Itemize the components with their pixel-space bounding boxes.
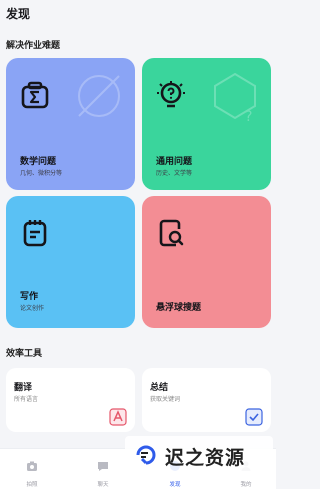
decor-graphic [78, 75, 120, 117]
tab-label: 我的 [240, 482, 252, 488]
sigma-camera-icon [21, 81, 49, 109]
tool-title: 总结 [150, 383, 169, 393]
card-subtitle: 几何、微积分等 [20, 170, 63, 177]
section-title-solve: 解决作业难题 [6, 41, 61, 51]
tool-subtitle: 所有语言 [14, 396, 39, 403]
card-writing[interactable]: 写作 论文创作 [6, 196, 135, 328]
tool-subtitle: 获取关键词 [150, 396, 181, 403]
card-math[interactable]: 数学问题 几何、微积分等 [6, 58, 135, 190]
watermark-text: 迟之资源 [165, 447, 246, 469]
tool-title: 翻译 [14, 383, 33, 393]
tab-chat[interactable]: 聊天 [83, 457, 123, 488]
tool-translate[interactable]: 翻译 所有语言 [6, 368, 135, 432]
card-title: 通用问题 [156, 157, 193, 167]
tab-label: 拍照 [26, 482, 38, 488]
decor-graphic: ? [214, 72, 256, 125]
card-title: 写作 [20, 292, 39, 302]
page-title: 发现 [6, 7, 31, 21]
tool-summary[interactable]: 总结 获取关键词 [142, 368, 271, 432]
card-float-search[interactable]: 悬浮球搜题 [142, 196, 271, 328]
watermark: 迟之资源 [125, 436, 273, 476]
svg-text:?: ? [245, 109, 252, 125]
section-title-tools: 效率工具 [6, 349, 43, 359]
tab-label: 聊天 [97, 482, 109, 488]
card-title: 悬浮球搜题 [156, 303, 202, 313]
lightbulb-question-icon [157, 81, 185, 108]
search-document-icon [159, 219, 184, 247]
translate-icon [109, 408, 127, 426]
card-general[interactable]: ? 通用问题 历史、文学等 [142, 58, 271, 190]
card-title: 数学问题 [20, 157, 57, 167]
camera-icon [27, 461, 37, 471]
tab-camera[interactable]: 拍照 [12, 457, 52, 488]
chat-icon [98, 462, 108, 471]
tab-label: 发现 [169, 482, 181, 488]
notepad-icon [23, 220, 47, 247]
card-subtitle: 论文创作 [20, 305, 45, 312]
card-subtitle: 历史、文学等 [156, 170, 193, 177]
watermark-logo-icon [136, 445, 156, 465]
summary-check-icon [245, 408, 263, 426]
